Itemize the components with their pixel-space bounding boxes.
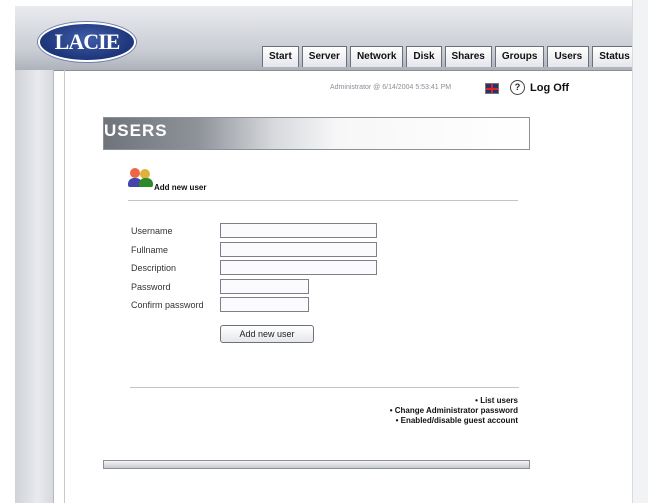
divider (128, 200, 518, 201)
left-sidebar (15, 70, 54, 503)
password-field[interactable] (220, 279, 309, 294)
content-border (64, 70, 65, 503)
tab-network[interactable]: Network (349, 46, 404, 67)
confirm-password-label: Confirm password (131, 300, 204, 310)
change-admin-password-link[interactable]: • Change Administrator password (300, 406, 518, 416)
tab-disk[interactable]: Disk (406, 46, 442, 67)
username-field[interactable] (220, 223, 377, 238)
lacie-logo: LACIE (38, 22, 136, 62)
username-label: Username (131, 226, 173, 236)
footer-bar (103, 460, 530, 469)
fullname-field[interactable] (220, 242, 377, 257)
tab-start[interactable]: Start (262, 46, 299, 67)
window-edge (632, 0, 648, 503)
tab-status[interactable]: Status (592, 46, 637, 67)
tab-groups[interactable]: Groups (494, 46, 545, 67)
confirm-password-field[interactable] (220, 297, 309, 312)
tab-users[interactable]: Users (547, 46, 590, 67)
password-label: Password (131, 282, 171, 292)
logoff-link[interactable]: Log Off (530, 82, 569, 94)
tab-server[interactable]: Server (301, 46, 347, 67)
page-title: USERS (104, 121, 168, 140)
toggle-guest-account-link[interactable]: • Enabled/disable guest account (300, 416, 518, 426)
help-icon[interactable]: ? (510, 80, 525, 95)
uk-flag-icon[interactable] (485, 83, 499, 94)
subheading-add-new-user: Add new user (154, 183, 207, 192)
tab-shares[interactable]: Shares (444, 46, 492, 67)
list-users-link[interactable]: • List users (300, 396, 518, 406)
fullname-label: Fullname (131, 245, 169, 255)
description-field[interactable] (220, 260, 377, 275)
session-status: Administrator @ 6/14/2004 5:53:41 PM (330, 84, 452, 91)
user-actions-links: • List users • Change Administrator pass… (300, 396, 518, 426)
add-new-user-button[interactable]: Add new user (220, 325, 314, 343)
users-icon (128, 168, 154, 188)
main-nav-tabs: Start Server Network Disk Shares Groups … (262, 46, 637, 67)
description-label: Description (131, 263, 177, 273)
divider (130, 387, 519, 388)
